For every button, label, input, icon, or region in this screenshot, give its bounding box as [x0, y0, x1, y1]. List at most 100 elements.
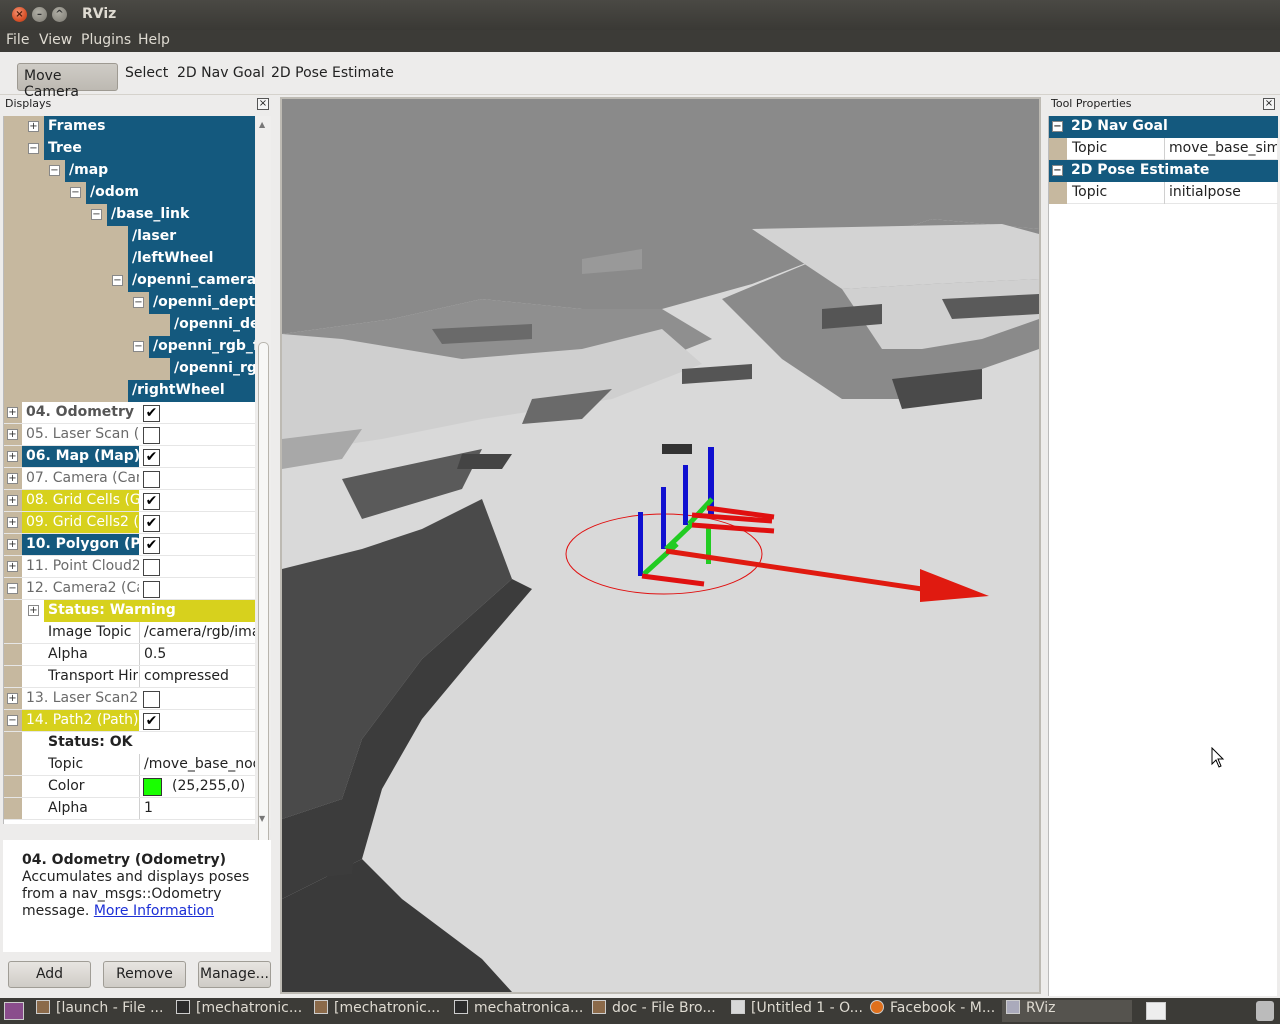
pose-estimate-tool[interactable]: 2D Pose Estimate: [265, 61, 400, 89]
expand-icon[interactable]: +: [7, 473, 18, 484]
property-value[interactable]: 1: [144, 800, 255, 816]
taskbar-item[interactable]: [launch - File ...: [32, 1000, 168, 1022]
pose-estimate-topic-value[interactable]: initialpose: [1169, 184, 1241, 200]
tree-row[interactable]: /odom −: [4, 182, 255, 204]
display-item[interactable]: 04. Odometry (+ ✔: [4, 402, 255, 424]
enabled-checkbox[interactable]: ✔: [143, 405, 160, 422]
enabled-checkbox[interactable]: ✔: [143, 713, 160, 730]
property-value[interactable]: 0.5: [144, 646, 255, 662]
move-camera-tool[interactable]: Move Camera: [17, 63, 118, 100]
display-item[interactable]: 10. Polygon (P + ✔: [4, 534, 255, 556]
property-row[interactable]: Topic/move_base_nod: [4, 754, 255, 776]
nav-goal-topic-value[interactable]: move_base_sim: [1169, 140, 1277, 156]
tree-row[interactable]: Frames +: [4, 116, 255, 138]
enabled-checkbox[interactable]: [143, 427, 160, 444]
scroll-down-icon[interactable]: ▼: [259, 814, 265, 823]
expand-icon[interactable]: +: [28, 121, 39, 132]
collapse-icon[interactable]: −: [112, 275, 123, 286]
collapse-icon[interactable]: −: [70, 187, 81, 198]
enabled-checkbox[interactable]: ✔: [143, 449, 160, 466]
tree-row[interactable]: /leftWheel: [4, 248, 255, 270]
render-viewport[interactable]: [280, 97, 1041, 994]
enabled-checkbox[interactable]: [143, 471, 160, 488]
nav-goal-tool[interactable]: 2D Nav Goal: [171, 61, 271, 89]
collapse-icon[interactable]: −: [7, 715, 18, 726]
expand-icon[interactable]: +: [7, 495, 18, 506]
minimize-window-button[interactable]: –: [32, 7, 47, 22]
tool-properties-close-icon[interactable]: ×: [1263, 98, 1275, 110]
displays-scrollbar[interactable]: ▲ ▼: [256, 116, 271, 926]
nav-goal-topic-row[interactable]: Topic move_base_sim: [1049, 138, 1278, 160]
close-window-button[interactable]: ×: [12, 7, 27, 22]
enabled-checkbox[interactable]: [143, 559, 160, 576]
color-swatch[interactable]: [143, 778, 162, 796]
property-row[interactable]: Color (25,255,0): [4, 776, 255, 798]
expand-icon[interactable]: +: [7, 407, 18, 418]
show-desktop-icon[interactable]: [4, 1002, 24, 1020]
tree-row[interactable]: /openni_camera −: [4, 270, 255, 292]
tree-row[interactable]: /openni_rgb_f −: [4, 336, 255, 358]
collapse-icon[interactable]: −: [133, 341, 144, 352]
maximize-window-button[interactable]: ^: [52, 7, 67, 22]
collapse-icon[interactable]: −: [91, 209, 102, 220]
property-value[interactable]: /move_base_nod: [144, 756, 255, 772]
expand-icon[interactable]: +: [7, 693, 18, 704]
tool-properties-tree[interactable]: − 2D Nav Goal Topic move_base_sim − 2D P…: [1048, 116, 1278, 996]
display-item[interactable]: 07. Camera (Cam +: [4, 468, 255, 490]
collapse-icon[interactable]: −: [28, 143, 39, 154]
menu-plugins[interactable]: Plugins: [81, 32, 131, 48]
enabled-checkbox[interactable]: [143, 691, 160, 708]
nav-goal-group[interactable]: − 2D Nav Goal: [1049, 116, 1278, 138]
property-row[interactable]: Image Topic/camera/rgb/imag: [4, 622, 255, 644]
taskbar-item[interactable]: [mechatronic...: [310, 1000, 446, 1022]
enabled-checkbox[interactable]: ✔: [143, 515, 160, 532]
menu-file[interactable]: File: [6, 32, 29, 48]
taskbar-item[interactable]: Facebook - M...: [866, 1000, 998, 1022]
enabled-checkbox[interactable]: ✔: [143, 537, 160, 554]
display-item[interactable]: 08. Grid Cells (Gr + ✔: [4, 490, 255, 512]
status-row[interactable]: Status: Warning +: [4, 600, 255, 622]
property-row[interactable]: Alpha 1: [4, 798, 255, 820]
display-item[interactable]: 09. Grid Cells2 (C + ✔: [4, 512, 255, 534]
menu-help[interactable]: Help: [138, 32, 170, 48]
remove-button[interactable]: Remove: [103, 961, 186, 988]
collapse-icon[interactable]: −: [49, 165, 60, 176]
display-item[interactable]: 06. Map (Map) + ✔: [4, 446, 255, 468]
expand-icon[interactable]: +: [28, 605, 39, 616]
pose-estimate-group[interactable]: − 2D Pose Estimate: [1049, 160, 1278, 182]
display-item[interactable]: 12. Camera2 (Ca −: [4, 578, 255, 600]
taskbar-item[interactable]: RViz: [1002, 1000, 1132, 1022]
property-row[interactable]: Transport Hint compressed: [4, 666, 255, 688]
taskbar-item[interactable]: [Untitled 1 - O...: [727, 1000, 862, 1022]
select-tool[interactable]: Select: [119, 61, 174, 89]
enabled-checkbox[interactable]: [143, 581, 160, 598]
tree-row[interactable]: /openni_de: [4, 314, 255, 336]
enabled-checkbox[interactable]: ✔: [143, 493, 160, 510]
expand-icon[interactable]: +: [7, 539, 18, 550]
collapse-icon[interactable]: −: [133, 297, 144, 308]
tree-row[interactable]: Tree −: [4, 138, 255, 160]
taskbar-item[interactable]: mechatronica...: [450, 1000, 584, 1022]
more-information-link[interactable]: More Information: [94, 903, 214, 919]
property-value[interactable]: /camera/rgb/imag: [144, 624, 255, 640]
tree-row[interactable]: /rightWheel: [4, 380, 255, 402]
expand-icon[interactable]: +: [7, 517, 18, 528]
property-value[interactable]: compressed: [144, 668, 255, 684]
pose-estimate-topic-row[interactable]: Topic initialpose: [1049, 182, 1278, 204]
tree-row[interactable]: /openni_rg: [4, 358, 255, 380]
collapse-icon[interactable]: −: [1052, 165, 1063, 176]
trash-icon[interactable]: [1256, 1001, 1274, 1021]
manage-button[interactable]: Manage...: [198, 961, 271, 988]
displays-tree[interactable]: Frames + Tree −/map −/odom −/base_link −/laser…: [3, 116, 255, 824]
display-item[interactable]: 13. Laser Scan2 (+: [4, 688, 255, 710]
add-button[interactable]: Add: [8, 961, 91, 988]
collapse-icon[interactable]: −: [7, 583, 18, 594]
expand-icon[interactable]: +: [7, 561, 18, 572]
tree-row[interactable]: /map −: [4, 160, 255, 182]
taskbar-item[interactable]: [mechatronic...: [172, 1000, 306, 1022]
tree-row[interactable]: /laser: [4, 226, 255, 248]
collapse-icon[interactable]: −: [1052, 121, 1063, 132]
tree-row[interactable]: /openni_depth −: [4, 292, 255, 314]
scroll-thumb[interactable]: [258, 342, 269, 926]
expand-icon[interactable]: +: [7, 429, 18, 440]
